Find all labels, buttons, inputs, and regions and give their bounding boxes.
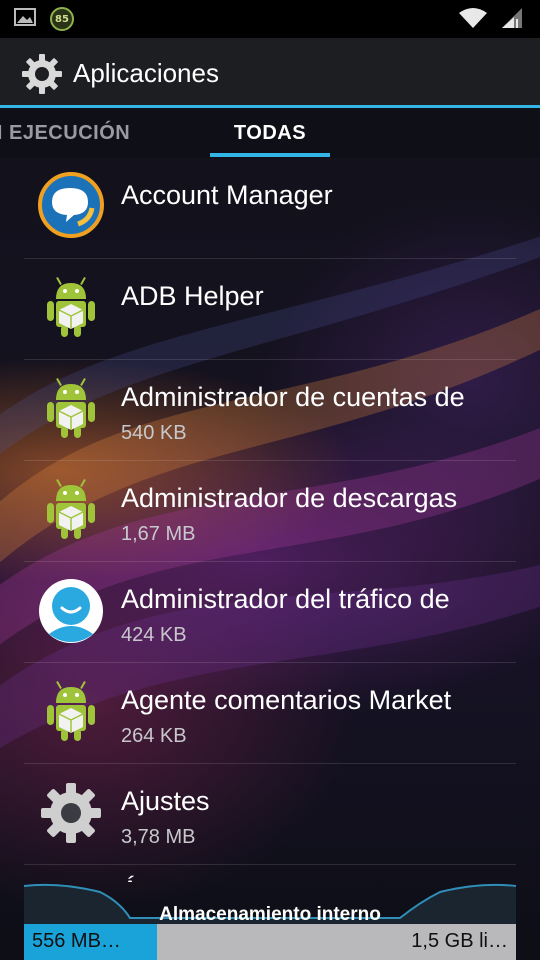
app-name: Account Manager [121, 180, 333, 210]
storage-label: Almacenamiento interno [159, 904, 381, 925]
account-manager-icon [38, 172, 104, 238]
app-list[interactable]: Account Manager ADB Helper Administrador… [0, 158, 540, 882]
action-bar: Aplicaciones [0, 38, 540, 108]
app-name: Administrador de descargas [121, 483, 458, 513]
status-bar: 85 [0, 0, 540, 38]
tab-bar: N EJECUCIÓN TODAS [0, 108, 540, 158]
battery-85-icon: 85 [50, 7, 74, 31]
app-name: ADB Helper [121, 281, 264, 311]
wifi-icon [458, 7, 488, 33]
app-name: Administrador de cuentas de [121, 382, 465, 412]
app-size: 3,78 MB [121, 826, 196, 848]
android-package-icon [38, 275, 104, 341]
app-size: 540 KB [121, 422, 187, 444]
app-size: 424 KB [121, 624, 187, 646]
list-item-account-manager[interactable]: Account Manager [0, 158, 540, 259]
signal-icon [500, 7, 524, 33]
storage-bar: 556 MB… 1,5 GB li… [24, 924, 516, 960]
android-package-icon [38, 477, 104, 543]
android-package-icon [38, 679, 104, 745]
tab-all[interactable]: TODAS [210, 108, 330, 158]
app-name: Á [121, 875, 506, 882]
app-size: 264 KB [121, 725, 187, 747]
settings-gear-icon [38, 780, 104, 846]
storage-free-text: 1,5 GB li… [411, 930, 508, 952]
storage-used-text: 556 MB… [32, 930, 121, 952]
tab-running[interactable]: N EJECUCIÓN [0, 122, 130, 145]
page-title: Aplicaciones [73, 58, 219, 88]
android-package-icon [38, 376, 104, 442]
list-item-settings[interactable]: Ajustes 3,78 MB [0, 764, 540, 865]
user-avatar-icon [38, 578, 104, 644]
app-name: Administrador del tráfico de [121, 584, 450, 614]
image-icon [14, 7, 36, 31]
list-item-adb-helper[interactable]: ADB Helper [0, 259, 540, 360]
list-item-account-administrator[interactable]: Administrador de cuentas de 540 KB [0, 360, 540, 461]
list-item-download-manager[interactable]: Administrador de descargas 1,67 MB [0, 461, 540, 562]
list-item-partial[interactable]: Á [0, 865, 540, 882]
settings-gear-icon[interactable] [20, 52, 64, 96]
list-item-traffic-administrator[interactable]: Administrador del tráfico de 424 KB [0, 562, 540, 663]
tab-selected-indicator [210, 153, 330, 157]
app-size: 1,67 MB [121, 523, 196, 545]
app-name: Ajustes [121, 786, 210, 816]
list-item-market-feedback[interactable]: Agente comentarios Market 264 KB [0, 663, 540, 764]
app-name: Agente comentarios Market [121, 685, 452, 715]
